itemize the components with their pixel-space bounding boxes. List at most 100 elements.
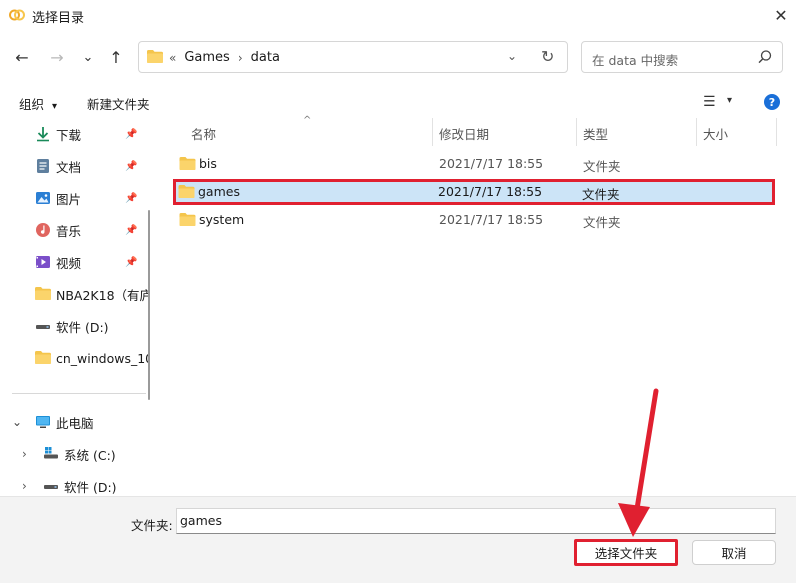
- column-divider[interactable]: [696, 118, 697, 146]
- sidebar-item-cn-windows[interactable]: cn_windows_10: [0, 344, 148, 372]
- drive-icon: [36, 325, 50, 329]
- close-button[interactable]: ✕: [766, 0, 796, 30]
- sidebar-scrollbar[interactable]: [148, 210, 150, 400]
- sidebar-item-label: 软件 (D:): [64, 479, 117, 495]
- sidebar-item-music[interactable]: 音乐 📌: [0, 216, 148, 244]
- sidebar-item-downloads[interactable]: 下载 📌: [0, 120, 148, 148]
- breadcrumb-data[interactable]: data: [251, 50, 280, 65]
- window-title: 选择目录: [32, 11, 85, 26]
- table-row-selected[interactable]: games 2021/7/17 18:55 文件夹: [173, 179, 775, 205]
- sidebar-item-label: 系统 (C:): [64, 447, 116, 463]
- folder-icon: [147, 50, 163, 63]
- navigation-pane: 下载 📌 文档 📌 图片 📌 音乐 📌 视频 📌 NBA2K18（有庐 软件 (…: [0, 118, 150, 496]
- sidebar-item-videos[interactable]: 视频 📌: [0, 248, 148, 276]
- column-header-type[interactable]: 类型: [583, 124, 608, 143]
- sidebar-item-label: 下载: [56, 127, 82, 143]
- organize-label: 组织: [19, 97, 45, 112]
- file-date: 2021/7/17 18:55: [439, 212, 544, 227]
- folder-label: 文件夹:: [131, 518, 173, 533]
- refresh-icon[interactable]: ↻: [541, 47, 554, 66]
- file-name: games: [198, 184, 240, 199]
- caret-down-icon[interactable]: ▾: [727, 95, 732, 106]
- sidebar-item-drive-c[interactable]: › 系统 (C:): [0, 440, 148, 468]
- chevron-right-icon[interactable]: ›: [22, 479, 27, 493]
- folder-icon: [35, 351, 51, 364]
- sidebar-item-label: cn_windows_10: [56, 350, 148, 366]
- up-button[interactable]: ↑: [104, 45, 128, 69]
- breadcrumb: « Games › data: [169, 50, 280, 65]
- file-type: 文件夹: [582, 187, 620, 202]
- folder-icon: [179, 213, 196, 226]
- download-icon: [37, 127, 49, 142]
- system-drive-icon: [44, 447, 58, 459]
- file-date: 2021/7/17 18:55: [439, 156, 544, 171]
- picture-icon: [36, 192, 50, 204]
- sidebar-divider: [12, 393, 146, 394]
- caret-down-icon: ▾: [52, 101, 58, 112]
- toolbar: 组织 ▾ 新建文件夹 ☰ ▾: [0, 88, 796, 118]
- pin-icon: 📌: [125, 192, 138, 204]
- drive-icon: [44, 485, 58, 489]
- folder-icon: [178, 185, 195, 198]
- column-divider[interactable]: [432, 118, 433, 146]
- column-header-date[interactable]: 修改日期: [439, 124, 489, 143]
- breadcrumb-games[interactable]: Games: [184, 50, 229, 65]
- music-icon: [36, 223, 50, 237]
- dialog-footer: 文件夹: games 选择文件夹 取消: [0, 496, 796, 583]
- view-options-icon[interactable]: ☰: [703, 94, 716, 110]
- search-box[interactable]: 在 data 中搜索: [581, 41, 783, 73]
- breadcrumb-overflow[interactable]: «: [169, 51, 176, 65]
- sidebar-item-label: 文档: [56, 159, 82, 175]
- sidebar-item-this-pc[interactable]: ⌄ 此电脑: [0, 408, 148, 436]
- search-icon[interactable]: [756, 48, 774, 66]
- file-type: 文件夹: [583, 159, 621, 174]
- table-row[interactable]: system 2021/7/17 18:55 文件夹: [174, 207, 774, 233]
- column-header-name[interactable]: 名称: [191, 124, 216, 143]
- new-folder-button[interactable]: 新建文件夹: [87, 94, 150, 113]
- chevron-right-icon: ›: [237, 50, 243, 65]
- column-divider[interactable]: [576, 118, 577, 146]
- video-icon: [36, 256, 50, 268]
- pin-icon: 📌: [125, 256, 138, 268]
- sidebar-item-tree-drive-d[interactable]: › 软件 (D:): [0, 472, 148, 496]
- chevron-down-icon[interactable]: ⌄: [507, 49, 517, 63]
- organize-button[interactable]: 组织 ▾: [19, 94, 57, 113]
- folder-name-input[interactable]: games: [176, 508, 776, 534]
- file-name: system: [199, 212, 245, 227]
- sort-ascending-icon: ^: [303, 115, 312, 126]
- column-header-size[interactable]: 大小: [703, 124, 728, 143]
- help-icon[interactable]: ?: [764, 94, 780, 110]
- sidebar-item-label: 此电脑: [56, 415, 94, 431]
- file-date: 2021/7/17 18:55: [438, 184, 543, 199]
- chevron-right-icon[interactable]: ›: [22, 447, 27, 461]
- sidebar-item-label: 音乐: [56, 223, 82, 239]
- forward-button[interactable]: →: [45, 45, 69, 69]
- sidebar-item-documents[interactable]: 文档 📌: [0, 152, 148, 180]
- document-icon: [37, 159, 49, 173]
- table-row[interactable]: bis 2021/7/17 18:55 文件夹: [174, 151, 774, 177]
- folder-icon: [35, 287, 51, 300]
- pin-icon: 📌: [125, 160, 138, 172]
- recent-locations-button[interactable]: ⌄: [76, 45, 100, 69]
- sidebar-item-nba2k18[interactable]: NBA2K18（有庐: [0, 280, 148, 308]
- annotation-arrow-icon: [618, 388, 659, 537]
- expand-chevron-icon[interactable]: ⌄: [12, 415, 22, 429]
- file-name: bis: [199, 156, 217, 171]
- sidebar-item-label: NBA2K18（有庐: [56, 287, 148, 303]
- sidebar-item-label: 图片: [56, 191, 82, 207]
- sidebar-item-label: 视频: [56, 255, 82, 271]
- pin-icon: 📌: [125, 128, 138, 140]
- column-divider[interactable]: [776, 118, 777, 146]
- sidebar-item-drive-d[interactable]: 软件 (D:): [0, 312, 148, 340]
- address-bar[interactable]: « Games › data ⌄ ↻: [138, 41, 568, 73]
- cancel-button[interactable]: 取消: [692, 540, 776, 565]
- file-type: 文件夹: [583, 215, 621, 230]
- file-list: ^ 名称 修改日期 类型 大小 bis 2021/7/17 18:55 文件夹 …: [160, 115, 796, 496]
- title-bar: 选择目录 ✕: [0, 0, 796, 30]
- sidebar-item-label: 软件 (D:): [56, 319, 109, 335]
- app-icon: [9, 9, 25, 21]
- search-input[interactable]: 在 data 中搜索: [592, 50, 678, 69]
- sidebar-item-pictures[interactable]: 图片 📌: [0, 184, 148, 212]
- back-button[interactable]: ←: [10, 45, 34, 69]
- pin-icon: 📌: [125, 224, 138, 236]
